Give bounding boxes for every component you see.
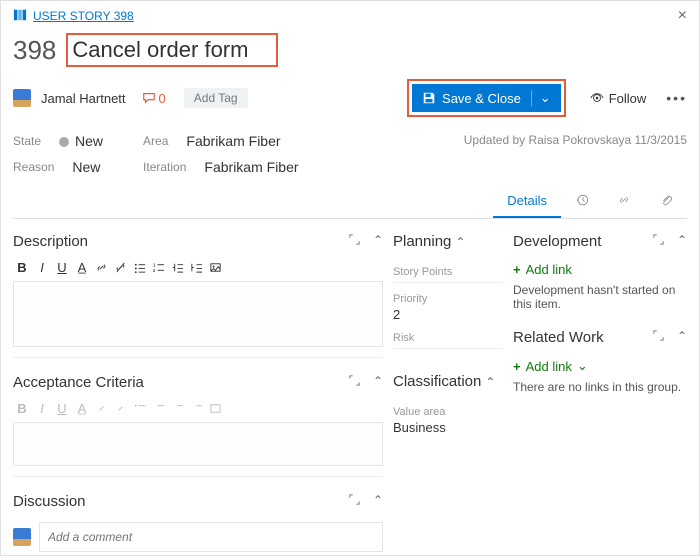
state-value[interactable]: New — [59, 133, 103, 149]
collapse-icon[interactable]: ⌃ — [677, 233, 687, 250]
expand-icon[interactable] — [348, 374, 361, 391]
title-highlight — [66, 33, 278, 67]
close-icon[interactable]: × — [678, 7, 687, 25]
save-and-close-button[interactable]: Save & Close ⌄ — [412, 84, 561, 112]
classification-heading: Classification — [393, 373, 481, 390]
follow-button[interactable]: Follow — [590, 91, 647, 106]
comment-input[interactable] — [39, 522, 383, 552]
comments-count-value: 0 — [159, 91, 166, 106]
updated-text: Updated by Raisa Pokrovskaya 11/3/2015 — [464, 133, 687, 175]
value-area-label: Value area — [393, 406, 503, 418]
priority-label: Priority — [393, 293, 503, 305]
iteration-label: Iteration — [143, 160, 186, 174]
development-empty-text: Development hasn't started on this item. — [513, 283, 687, 311]
collapse-icon[interactable]: ⌃ — [373, 493, 383, 510]
tab-attachments[interactable] — [645, 185, 687, 218]
title-input[interactable] — [72, 37, 272, 63]
add-tag-button[interactable]: Add Tag — [184, 88, 248, 108]
assignee-avatar[interactable] — [13, 89, 31, 107]
comments-count[interactable]: 0 — [142, 91, 166, 106]
iteration-value[interactable]: Fabrikam Fiber — [204, 159, 298, 175]
more-actions-icon[interactable]: ••• — [666, 90, 687, 106]
save-highlight: Save & Close ⌄ — [407, 79, 566, 117]
collapse-icon[interactable]: ⌃ — [373, 233, 383, 250]
development-heading: Development — [513, 233, 601, 250]
svg-text:2: 2 — [153, 268, 156, 273]
reason-value[interactable]: New — [72, 159, 100, 175]
area-label: Area — [143, 134, 168, 148]
tab-links[interactable] — [603, 185, 645, 218]
related-heading: Related Work — [513, 329, 604, 346]
acceptance-heading: Acceptance Criteria — [13, 374, 144, 391]
value-area-value[interactable]: Business — [393, 420, 503, 435]
collapse-icon[interactable]: ⌃ — [455, 235, 465, 249]
development-add-link[interactable]: + Add link — [513, 262, 572, 277]
description-heading: Description — [13, 233, 88, 250]
discussion-heading: Discussion — [13, 493, 86, 510]
collapse-icon[interactable]: ⌃ — [677, 329, 687, 346]
story-points-label: Story Points — [393, 266, 503, 278]
breadcrumb-link[interactable]: USER STORY 398 — [33, 9, 134, 23]
expand-icon[interactable] — [652, 329, 665, 346]
save-dropdown-icon[interactable]: ⌄ — [531, 90, 551, 106]
description-editor[interactable] — [13, 281, 383, 347]
svg-text:1: 1 — [153, 263, 156, 268]
related-add-link[interactable]: + Add link ⌄ — [513, 358, 588, 374]
expand-icon[interactable] — [652, 233, 665, 250]
assignee-name[interactable]: Jamal Hartnett — [41, 91, 126, 106]
acceptance-toolbar[interactable]: BIU A̲ — [13, 397, 383, 420]
save-button-label: Save & Close — [442, 91, 521, 106]
expand-icon[interactable] — [348, 493, 361, 510]
related-empty-text: There are no links in this group. — [513, 380, 687, 394]
plus-icon: + — [513, 359, 521, 374]
chevron-down-icon: ⌄ — [577, 358, 588, 374]
acceptance-editor[interactable] — [13, 422, 383, 466]
tab-details[interactable]: Details — [493, 185, 561, 218]
expand-icon[interactable] — [348, 233, 361, 250]
priority-value[interactable]: 2 — [393, 307, 503, 322]
work-item-id: 398 — [13, 35, 56, 66]
planning-heading: Planning — [393, 233, 451, 250]
state-label: State — [13, 134, 41, 148]
tab-history[interactable] — [561, 185, 603, 218]
collapse-icon[interactable]: ⌃ — [373, 374, 383, 391]
risk-label: Risk — [393, 332, 503, 344]
description-toolbar[interactable]: BIU A̲ 12 — [13, 256, 383, 279]
reason-label: Reason — [13, 160, 54, 174]
state-dot-icon — [59, 137, 69, 147]
collapse-icon[interactable]: ⌃ — [485, 375, 495, 389]
work-item-type-icon — [13, 8, 33, 25]
plus-icon: + — [513, 262, 521, 277]
area-value[interactable]: Fabrikam Fiber — [186, 133, 280, 149]
current-user-avatar — [13, 528, 31, 546]
